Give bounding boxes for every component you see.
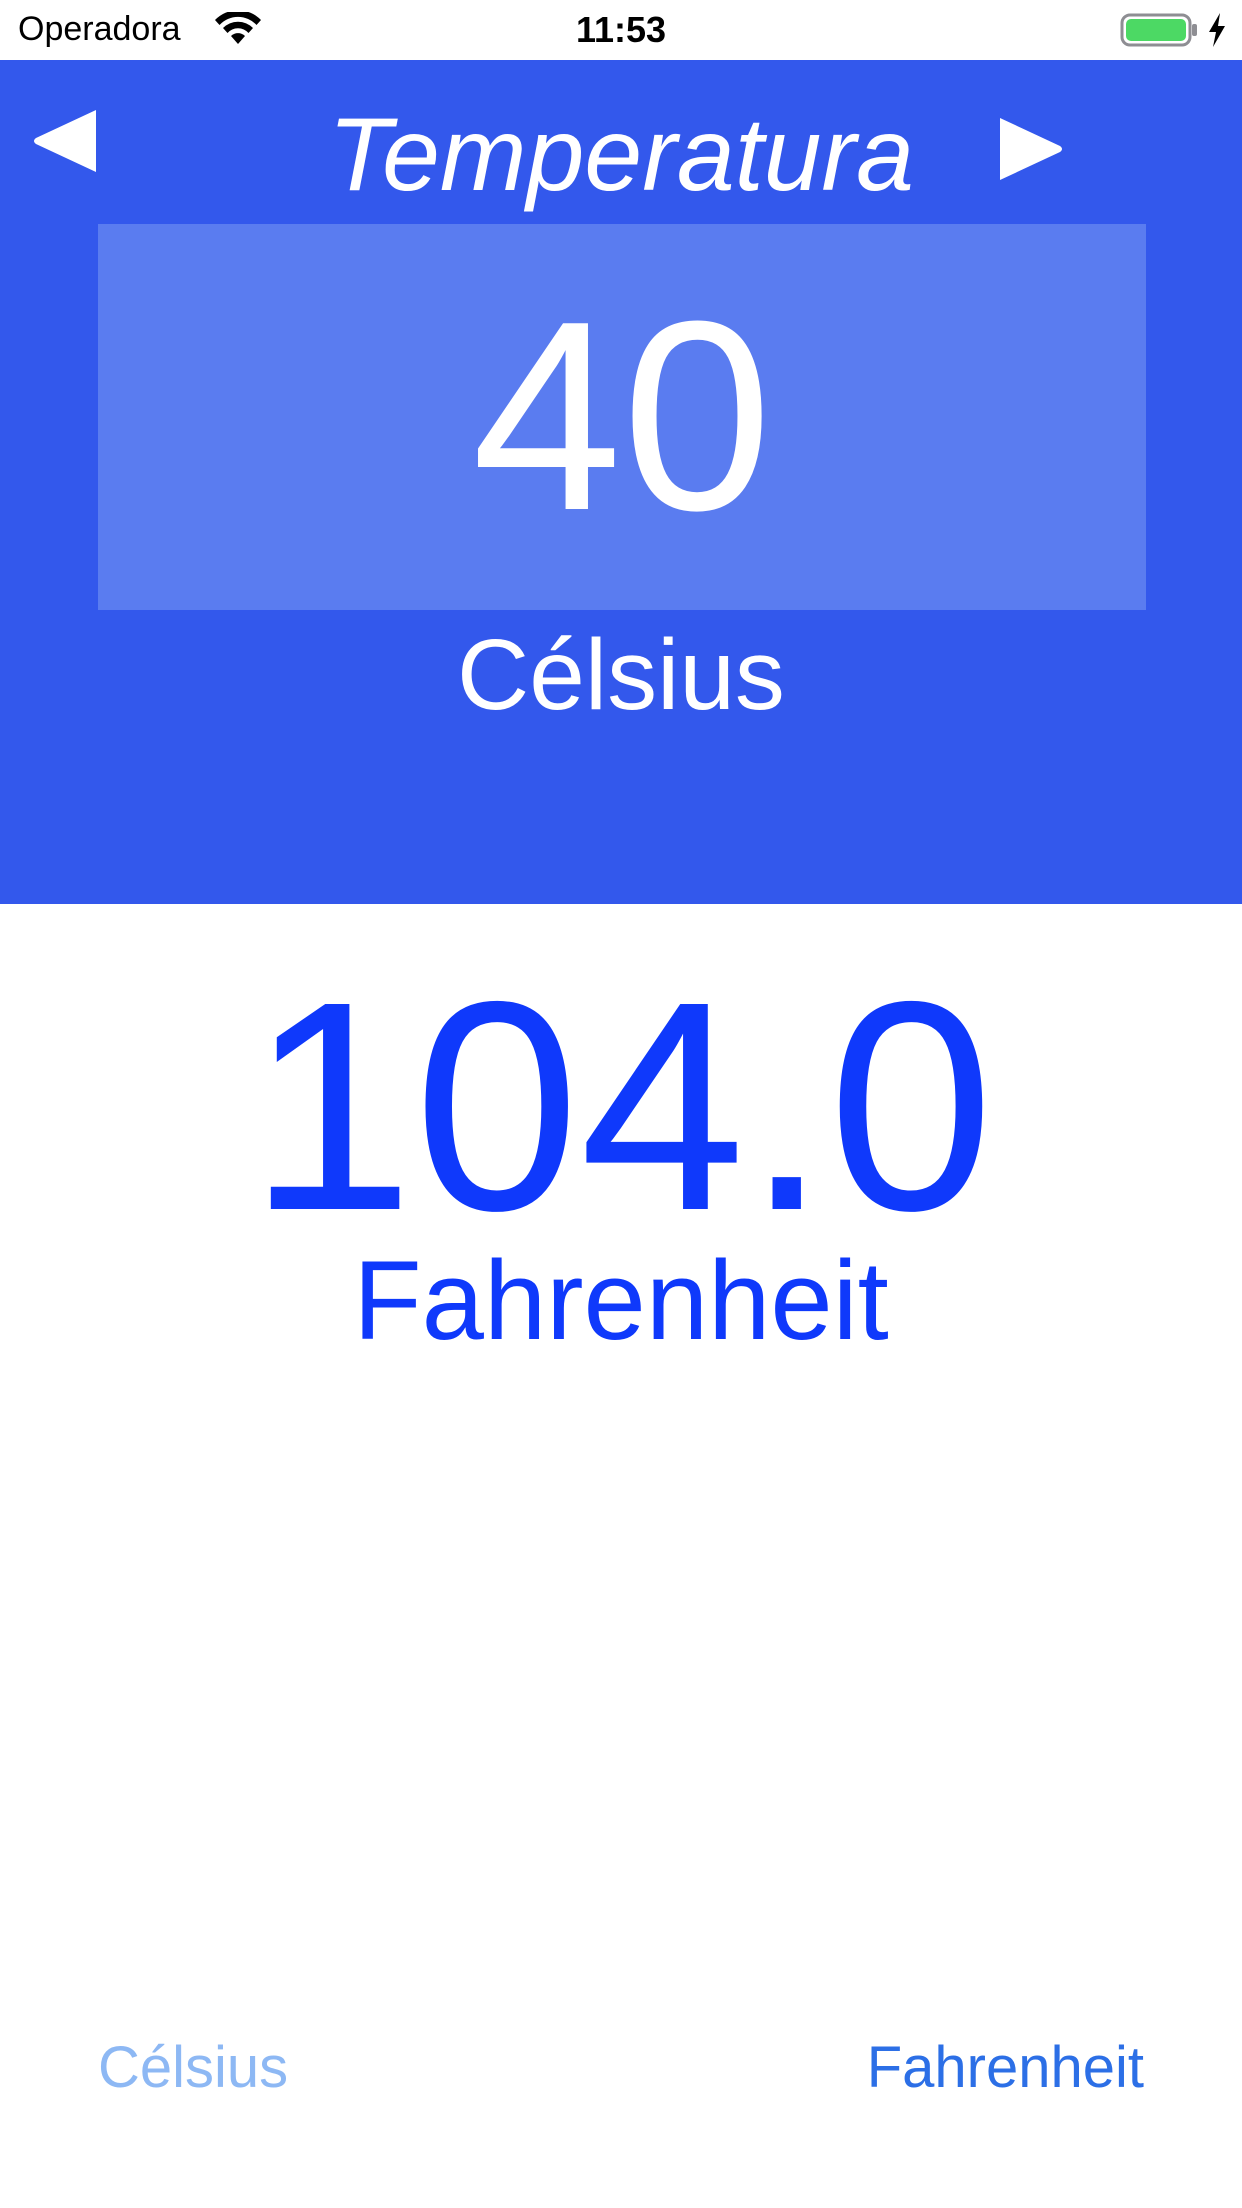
temperature-input[interactable]: 40 [98, 224, 1146, 610]
battery-charging-icon [1120, 13, 1197, 47]
celsius-option-button[interactable]: Célsius [98, 2034, 288, 2101]
status-bar: Operadora 11:53 [0, 0, 1242, 60]
status-time: 11:53 [575, 9, 667, 50]
charging-bolt-icon [1209, 13, 1225, 47]
input-value: 40 [471, 266, 773, 567]
fahrenheit-option-button[interactable]: Fahrenheit [867, 2034, 1144, 2101]
converted-unit-label: Fahrenheit [353, 1238, 889, 1363]
triangle-right-icon[interactable] [996, 116, 1066, 182]
converted-value: 104.0 [248, 940, 994, 1273]
input-unit-label: Célsius [457, 619, 785, 731]
